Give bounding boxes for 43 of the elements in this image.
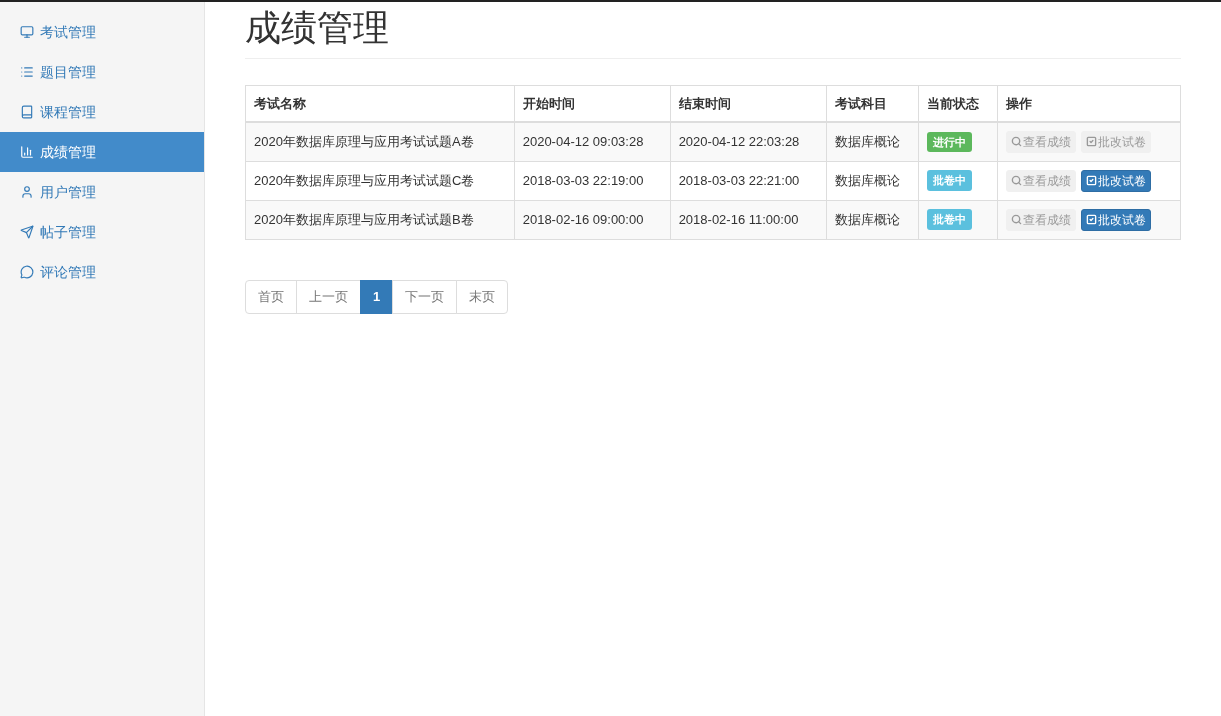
bar-chart-icon [20, 145, 34, 159]
list-icon [20, 65, 34, 79]
pagination-link[interactable]: 1 [360, 279, 394, 314]
grade-paper-button[interactable]: 批改试卷 [1080, 169, 1151, 192]
status-badge: 批卷中 [927, 209, 973, 230]
user-icon [20, 185, 34, 199]
pagination-link[interactable]: 首页 [245, 279, 297, 314]
search-icon [1010, 136, 1022, 148]
table-cell: 2018-02-16 09:00:00 [514, 200, 671, 240]
grade-paper-button[interactable]: 批改试卷 [1080, 208, 1151, 231]
table-cell: 2018-03-03 22:19:00 [514, 161, 671, 201]
sidebar-item[interactable]: 评论管理 [0, 252, 204, 292]
sidebar-item[interactable]: 成绩管理 [0, 132, 204, 172]
pagination-link[interactable]: 上一页 [296, 279, 361, 314]
paper-plane-icon [20, 225, 34, 239]
sidebar-item[interactable]: 考试管理 [0, 12, 204, 52]
page-title: 成绩管理 [245, 2, 1181, 59]
table-cell: 2020-04-12 09:03:28 [514, 122, 671, 162]
book-icon [20, 105, 34, 119]
table-cell: 2020-04-12 22:03:28 [670, 122, 827, 162]
sidebar-item[interactable]: 课程管理 [0, 92, 204, 132]
sidebar-item[interactable]: 帖子管理 [0, 212, 204, 252]
speech-bubble-icon [20, 265, 34, 279]
checkbox-icon [1085, 214, 1097, 226]
pagination-link[interactable]: 下一页 [392, 279, 458, 314]
table-cell: 数据库概论 [826, 161, 919, 201]
status-badge: 进行中 [927, 131, 973, 153]
sidebar-item[interactable]: 用户管理 [0, 172, 204, 212]
table-cell: 2018-03-03 22:21:00 [670, 161, 827, 201]
search-icon [1010, 214, 1022, 226]
table-cell: 2020年数据库原理与应用考试试题A卷 [245, 122, 515, 162]
monitor-icon [20, 25, 34, 39]
table-cell: 数据库概论 [826, 122, 919, 162]
table-cell: 2020年数据库原理与应用考试试题B卷 [245, 200, 515, 240]
sidebar-item[interactable]: 题目管理 [0, 52, 204, 92]
pagination-link[interactable]: 末页 [456, 279, 509, 314]
search-icon [1010, 175, 1022, 187]
status-badge: 批卷中 [927, 170, 973, 191]
table-cell: 2020年数据库原理与应用考试试题C卷 [245, 161, 515, 201]
table-cell: 2018-02-16 11:00:00 [670, 200, 827, 240]
table-cell: 数据库概论 [826, 200, 919, 240]
checkbox-icon [1085, 175, 1097, 187]
checkbox-icon [1085, 136, 1097, 148]
